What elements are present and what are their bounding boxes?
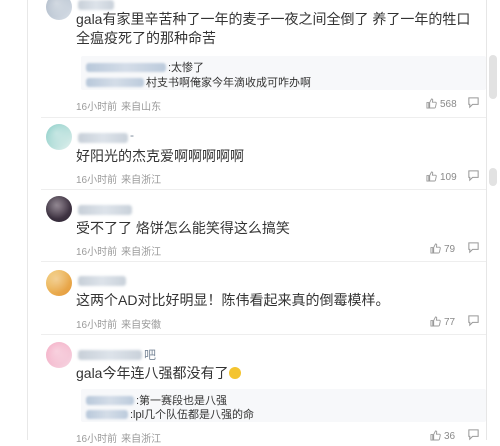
reply-icon[interactable]	[467, 428, 480, 446]
like-button[interactable]: 77	[430, 316, 455, 330]
comment-item: 吧 gala今年连八强都没有了 :第一赛段也是八强 :lpl几个队伍都是八强的命…	[41, 342, 486, 445]
reply-item: 村支书啊俺家今年滴收成可咋办啊	[86, 74, 311, 89]
reply-text: :lpl几个队伍都是八强的命	[130, 409, 255, 421]
comment-meta: 16小时前 来自浙江	[76, 430, 161, 445]
reply-username[interactable]	[86, 409, 128, 419]
username-suffix: 吧	[144, 348, 157, 362]
reply-item: :lpl几个队伍都是八强的命	[86, 406, 255, 421]
thumbs-up-icon	[430, 430, 441, 444]
username[interactable]	[78, 205, 132, 215]
avatar[interactable]	[46, 124, 72, 150]
like-button[interactable]: 109	[426, 171, 457, 185]
username-suffix: -	[130, 128, 134, 142]
reply-text: 村支书啊俺家今年滴收成可咋办啊	[146, 77, 311, 89]
thumbs-up-icon	[426, 98, 437, 112]
thumbs-up-icon	[430, 316, 441, 330]
location: 来自安徽	[121, 320, 162, 331]
reply-icon[interactable]	[467, 241, 480, 259]
comment-item: 这两个AD对比好明显！陈伟看起来真的倒霉模样。 16小时前 来自安徽 77	[41, 270, 486, 332]
location: 来自浙江	[121, 247, 162, 258]
scrollbar-thumb-secondary[interactable]	[489, 168, 497, 186]
like-count: 568	[440, 99, 457, 110]
reply-username[interactable]	[86, 62, 166, 72]
reply-box: :第一赛段也是八强 :lpl几个队伍都是八强的命	[81, 389, 486, 422]
reply-icon[interactable]	[467, 314, 480, 332]
avatar[interactable]	[46, 196, 72, 222]
location: 来自浙江	[121, 175, 162, 186]
comment-item: gala有家里辛苦种了一年的麦子一夜之间全倒了 养了一年的牲口全瘟疫死了的那种命…	[41, 0, 486, 114]
like-button[interactable]: 79	[430, 243, 455, 257]
username[interactable]	[78, 0, 114, 10]
comment-text-content: gala今年连八强都没有了	[76, 365, 229, 381]
comment-text: 受不了了 烙饼怎么能笑得这么搞笑	[76, 220, 290, 236]
thumbs-up-icon	[426, 171, 437, 185]
timestamp: 16小时前	[76, 102, 118, 113]
username[interactable]	[78, 276, 126, 286]
like-button[interactable]: 36	[430, 430, 455, 444]
avatar[interactable]	[46, 0, 72, 20]
avatar[interactable]	[46, 270, 72, 296]
reply-icon[interactable]	[467, 96, 480, 114]
like-count: 109	[440, 172, 457, 183]
like-count: 36	[444, 431, 456, 442]
comment-text: gala今年连八强都没有了	[76, 364, 242, 383]
divider	[41, 189, 486, 190]
reply-box: :太惨了 村支书啊俺家今年滴收成可咋办啊	[81, 56, 486, 90]
comment-meta: 16小时前 来自浙江	[76, 243, 161, 258]
scrollbar-thumb[interactable]	[489, 55, 497, 99]
divider	[41, 334, 486, 335]
comment-item: - 好阳光的杰克爱啊啊啊啊啊 16小时前 来自浙江 109	[41, 124, 486, 188]
reply-username[interactable]	[86, 395, 134, 405]
comment-text: 好阳光的杰克爱啊啊啊啊啊	[76, 148, 244, 164]
timestamp: 16小时前	[76, 320, 118, 331]
scrollbar[interactable]	[486, 0, 500, 440]
username[interactable]	[78, 133, 128, 143]
comment-meta: 16小时前 来自山东	[76, 98, 161, 113]
location: 来自山东	[121, 102, 162, 113]
comment-text: gala有家里辛苦种了一年的麦子一夜之间全倒了 养了一年的牲口全瘟疫死了的那种命…	[76, 11, 471, 46]
timestamp: 16小时前	[76, 175, 118, 186]
comment-meta: 16小时前 来自浙江	[76, 171, 161, 186]
like-count: 79	[444, 244, 456, 255]
left-gutter	[0, 0, 40, 440]
reply-item: :太惨了	[86, 59, 205, 74]
timestamp: 16小时前	[76, 247, 118, 258]
comment-item: 受不了了 烙饼怎么能笑得这么搞笑 16小时前 来自浙江 79	[41, 196, 486, 260]
comment-meta: 16小时前 来自安徽	[76, 316, 161, 331]
like-count: 77	[444, 317, 456, 328]
avatar[interactable]	[46, 342, 72, 368]
like-button[interactable]: 568	[426, 98, 457, 112]
username[interactable]	[78, 350, 142, 360]
reply-username[interactable]	[86, 77, 144, 87]
thumbs-up-icon	[430, 243, 441, 257]
emoji-icon	[229, 367, 242, 379]
reply-item: :第一赛段也是八强	[86, 392, 227, 407]
comment-text: 这两个AD对比好明显！陈伟看起来真的倒霉模样。	[76, 292, 390, 308]
divider	[41, 117, 486, 118]
divider	[41, 261, 486, 262]
reply-text: :太惨了	[168, 62, 205, 74]
reply-icon[interactable]	[467, 169, 480, 187]
